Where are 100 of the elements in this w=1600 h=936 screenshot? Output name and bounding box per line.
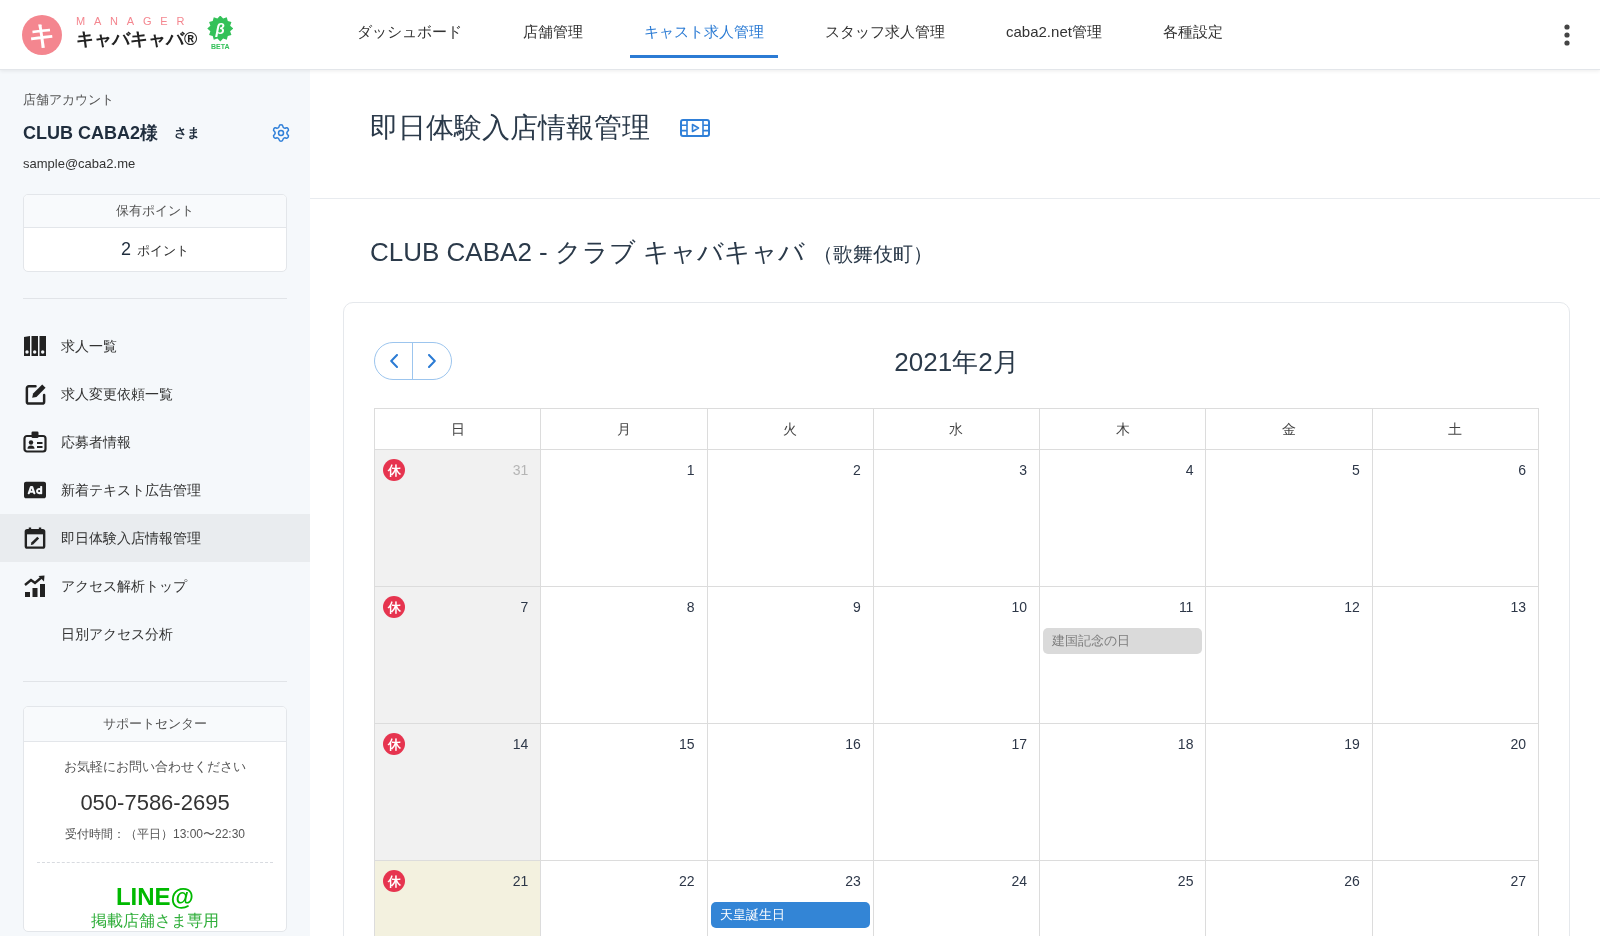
calendar-day-cell[interactable]: 3	[873, 450, 1041, 587]
chart-icon	[23, 575, 47, 597]
weekday-label: 水	[949, 419, 964, 439]
calendar-day-cell[interactable]: 休 21	[375, 861, 542, 936]
calendar-day-cell[interactable]: 4	[1040, 450, 1207, 587]
nav-tab[interactable]: 店舗管理	[509, 10, 597, 58]
video-icon[interactable]	[680, 119, 710, 137]
shop-area: （歌舞伎町）	[813, 237, 934, 271]
day-number: 15	[679, 734, 695, 754]
day-number: 18	[1177, 734, 1194, 754]
day-number: 12	[1344, 597, 1360, 617]
calendar-day-cell[interactable]: 6	[1372, 450, 1539, 587]
day-number: 4	[1185, 460, 1194, 480]
support-hours: 受付時間：（平日）13:00〜22:30	[64, 826, 246, 843]
account-email: sample@caba2.me	[23, 155, 136, 173]
calendar-edit-icon	[24, 526, 46, 550]
day-number: 22	[679, 871, 695, 891]
beta-badge: β	[207, 15, 234, 42]
calendar-day-cell[interactable]: 休 7	[375, 587, 542, 724]
ad-icon	[23, 479, 47, 501]
day-number: 7	[520, 597, 529, 617]
weekday-label: 木	[1115, 419, 1130, 439]
edit-icon	[23, 382, 47, 406]
weekday-label: 土	[1448, 419, 1463, 439]
calendar-day-cell[interactable]: 19	[1206, 724, 1373, 861]
day-number: 10	[1011, 597, 1028, 617]
calendar-day-cell[interactable]: 18	[1040, 724, 1207, 861]
points-title: 保有ポイント	[116, 202, 194, 221]
weekday-label: 金	[1282, 419, 1297, 439]
closed-badge: 休	[383, 596, 405, 618]
calendar-day-cell[interactable]: 2	[707, 450, 874, 587]
calendar-day-cell[interactable]: 1	[541, 450, 708, 587]
day-number: 5	[1351, 460, 1360, 480]
calendar-day-cell[interactable]: 13	[1372, 587, 1539, 724]
weekday-label: 月	[616, 419, 631, 439]
closed-badge: 休	[383, 459, 405, 481]
calendar-day-cell[interactable]: 8	[541, 587, 708, 724]
sidebar-menu-item[interactable]: 日別アクセス分析	[0, 610, 310, 658]
calendar-day-cell[interactable]: 5	[1206, 450, 1373, 587]
logo-wordmark: キャバキャバ®	[76, 28, 198, 50]
account-label: 店舗アカウント	[23, 91, 114, 109]
day-number: 26	[1344, 871, 1360, 891]
day-number: 31	[512, 460, 529, 480]
day-number: 8	[686, 597, 695, 617]
calendar-day-cell[interactable]: 17	[873, 724, 1041, 861]
calendar-day-cell[interactable]: 12	[1206, 587, 1373, 724]
points-unit: ポイント	[137, 241, 189, 260]
calendar-day-cell[interactable]: 休 14	[375, 724, 542, 861]
day-number: 11	[1178, 597, 1194, 617]
day-number: 1	[686, 460, 695, 480]
day-number: 14	[512, 734, 529, 754]
day-number: 24	[1011, 871, 1028, 891]
calendar-event[interactable]: 天皇誕生日	[710, 902, 870, 928]
day-number: 16	[845, 734, 861, 754]
logo-tagline: MANAGER	[76, 14, 194, 28]
sidebar-menu-item[interactable]: アクセス解析トップ	[0, 562, 310, 610]
calendar-day-cell[interactable]: 休 31	[375, 450, 542, 587]
day-number: 13	[1510, 597, 1526, 617]
day-number: 19	[1344, 734, 1360, 754]
shop-name: CLUB CABA2 - クラブ キャバキャバ	[370, 236, 806, 269]
calendar-day-cell[interactable]: 16	[707, 724, 874, 861]
nav-tab[interactable]: スタッフ求人管理	[811, 10, 959, 58]
day-number: 21	[512, 871, 529, 891]
day-number: 27	[1510, 871, 1526, 891]
day-number: 9	[853, 597, 861, 617]
settings-icon[interactable]	[271, 123, 291, 143]
sidebar-menu-item[interactable]: 応募者情報	[0, 418, 310, 466]
closed-badge: 休	[383, 870, 405, 892]
chevron-left-icon	[389, 353, 398, 368]
sidebar-menu-item[interactable]: 即日体験入店情報管理	[0, 514, 310, 562]
support-title: サポートセンター	[103, 715, 207, 734]
calendar-day-cell[interactable]: 10	[873, 587, 1041, 724]
day-number: 2	[853, 460, 861, 480]
day-number: 6	[1518, 460, 1526, 480]
binders-icon	[23, 335, 47, 357]
closed-badge: 休	[383, 733, 405, 755]
day-number: 20	[1510, 734, 1526, 754]
support-message: お気軽にお問い合わせください	[64, 758, 246, 776]
calendar-day-cell[interactable]: 20	[1372, 724, 1539, 861]
chevron-right-icon	[428, 353, 436, 368]
sidebar-menu-item[interactable]: 求人一覧	[0, 322, 310, 370]
nav-tab[interactable]: キャスト求人管理	[630, 10, 778, 58]
sidebar-menu-item[interactable]: 新着テキスト広告管理	[0, 466, 310, 514]
day-number: 17	[1011, 734, 1028, 754]
calendar-day-cell[interactable]: 15	[541, 724, 708, 861]
line-note: 掲載店舗さま専用	[91, 911, 219, 931]
sidebar-menu-item[interactable]: 求人変更依頼一覧	[0, 370, 310, 418]
support-phone[interactable]: 050-7586-2695	[80, 788, 230, 818]
calendar-day-cell[interactable]: 9	[707, 587, 874, 724]
nav-tab[interactable]: 各種設定	[1148, 10, 1237, 58]
nav-tab[interactable]: caba2.net管理	[992, 10, 1116, 58]
account-honorific: さま	[174, 124, 200, 143]
nav-tab[interactable]: ダッシュボード	[343, 10, 476, 58]
account-name: CLUB CABA2様	[23, 121, 158, 145]
id-card-icon	[23, 431, 47, 453]
month-title: 2021年2月	[894, 346, 1019, 379]
points-value: 2	[121, 238, 131, 261]
weekday-label: 火	[783, 419, 798, 439]
day-number: 3	[1019, 460, 1028, 480]
more-menu-icon[interactable]	[1564, 24, 1570, 46]
